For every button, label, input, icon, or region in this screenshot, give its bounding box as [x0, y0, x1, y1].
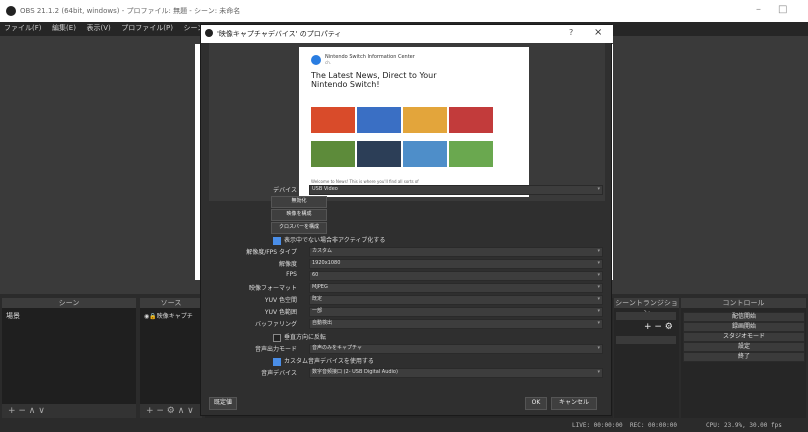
- flip-vertical-checkbox[interactable]: 垂直方向に反転: [273, 332, 326, 342]
- scenes-dock: シーン 場景 + − ∧ ∨: [2, 298, 136, 418]
- buffering-label: バッファリング: [254, 321, 297, 328]
- thumbnail-tile: [357, 107, 401, 133]
- menu-file[interactable]: ファイル(F): [0, 22, 46, 34]
- cpu-usage: CPU: 23.9%, 30.00 fps: [706, 422, 782, 429]
- audio-output-label: 音声出力モード: [254, 346, 297, 353]
- thumbnail-tile: [449, 107, 493, 133]
- live-timer: LIVE: 00:00:00: [572, 422, 623, 429]
- dialog-titlebar: '映像キャプチャデバイス' のプロパティ ? ×: [201, 25, 613, 43]
- transition-select[interactable]: [616, 312, 676, 320]
- buffering-select[interactable]: 自動検出 ▾: [309, 319, 603, 329]
- thumbnail-tile: [311, 107, 355, 133]
- configure-video-button[interactable]: 映像を構成: [271, 209, 327, 221]
- close-icon[interactable]: ×: [594, 27, 602, 38]
- channel-sub: ch.: [325, 60, 332, 65]
- welcome-text: Welcome to News! This is where you'll fi…: [311, 179, 419, 184]
- thumbnail-tile: [357, 141, 401, 167]
- checkbox-checked-icon: [273, 357, 281, 366]
- dialog-title: '映像キャプチャデバイス' のプロパティ: [217, 30, 342, 38]
- exit-button[interactable]: 終了: [683, 352, 805, 362]
- transition-duration[interactable]: [616, 336, 676, 344]
- video-format-label: 映像フォーマット: [248, 285, 297, 292]
- main-titlebar: OBS 21.1.2 (64bit, windows) - プロファイル: 無題…: [0, 0, 808, 22]
- transitions-dock: シーントランジション + − ⚙: [614, 298, 679, 418]
- thumbnail-tile: [403, 107, 447, 133]
- audio-device-label: 音声デバイス: [261, 370, 297, 377]
- start-recording-button[interactable]: 録画開始: [683, 322, 805, 332]
- thumbnail-tile: [311, 141, 355, 167]
- custom-audio-checkbox[interactable]: カスタム音声デバイスを使用する: [273, 356, 374, 366]
- yuv-space-select[interactable]: 既定 ▾: [309, 295, 603, 305]
- resolution-label: 解像度: [278, 261, 297, 268]
- status-bar: LIVE: 00:00:00 REC: 00:00:00 CPU: 23.9%,…: [0, 420, 808, 432]
- source-preview: Nintendo Switch Information Center ch. T…: [209, 43, 605, 201]
- start-streaming-button[interactable]: 配信開始: [683, 312, 805, 322]
- studio-mode-button[interactable]: スタジオモード: [683, 332, 805, 342]
- yuv-range-label: YUV 色範囲: [264, 309, 297, 316]
- scene-controls[interactable]: + − ∧ ∨: [2, 404, 136, 418]
- device-select[interactable]: USB Video ▾: [309, 185, 603, 195]
- transition-add-remove[interactable]: + − ⚙: [644, 322, 673, 332]
- defaults-button[interactable]: 既定値: [209, 397, 237, 410]
- menu-view[interactable]: 表示(V): [82, 22, 114, 34]
- audio-device-select[interactable]: 数字音频接口 (2- USB Digital Audio) ▾: [309, 368, 603, 378]
- scenes-title: シーン: [2, 298, 136, 308]
- menu-profile[interactable]: プロファイル(P): [117, 22, 177, 34]
- res-type-label: 解像度/FPS タイプ: [246, 249, 297, 256]
- captured-video-frame: Nintendo Switch Information Center ch. T…: [299, 47, 529, 197]
- properties-dialog: '映像キャプチャデバイス' のプロパティ ? × Nintendo Switch…: [200, 24, 613, 416]
- settings-button[interactable]: 設定: [683, 342, 805, 352]
- window-title: OBS 21.1.2 (64bit, windows) - プロファイル: 無題…: [20, 7, 241, 15]
- yuv-range-select[interactable]: 一部 ▾: [309, 307, 603, 317]
- obs-logo-icon: [205, 29, 213, 37]
- configure-crossbar-button[interactable]: クロスバーを構成: [271, 222, 327, 234]
- source-item[interactable]: ◉🔒映像キャプチ: [140, 308, 202, 323]
- checkbox-unchecked-icon: [273, 333, 281, 342]
- fps-label: FPS: [286, 271, 297, 278]
- thumbnail-tile: [403, 141, 447, 167]
- yuv-space-label: YUV 色空間: [264, 297, 297, 304]
- resolution-select[interactable]: 1920x1080 ▾: [309, 259, 603, 269]
- menu-edit[interactable]: 編集(E): [48, 22, 80, 34]
- source-controls[interactable]: + − ⚙ ∧ ∨: [140, 404, 202, 418]
- transitions-title: シーントランジション: [614, 298, 679, 317]
- checkbox-checked-icon: [273, 236, 281, 245]
- deactivate-when-hidden-checkbox[interactable]: 表示中でない場合非アクティブ化する: [273, 235, 385, 245]
- thumbnail-tile: [449, 141, 493, 167]
- maximize-icon[interactable]: □: [778, 4, 787, 15]
- audio-output-select[interactable]: 音声のみをキャプチャ ▾: [309, 344, 603, 354]
- fps-select[interactable]: 60 ▾: [309, 271, 603, 281]
- controls-title: コントロール: [681, 298, 806, 308]
- sources-title: ソース: [140, 298, 202, 308]
- scene-item[interactable]: 場景: [2, 308, 136, 324]
- video-headline: The Latest News, Direct to Your Nintendo…: [311, 71, 437, 89]
- rec-timer: REC: 00:00:00: [630, 422, 677, 429]
- res-type-select[interactable]: カスタム ▾: [309, 247, 603, 257]
- deactivate-button[interactable]: 無効化: [271, 196, 327, 208]
- sources-dock: ソース ◉🔒映像キャプチ + − ⚙ ∧ ∨: [140, 298, 202, 418]
- minimize-icon[interactable]: –: [756, 4, 761, 15]
- channel-name: Nintendo Switch Information Center: [325, 54, 415, 60]
- cancel-button[interactable]: キャンセル: [551, 397, 597, 410]
- channel-avatar-icon: [311, 55, 321, 65]
- video-format-select[interactable]: MJPEG ▾: [309, 283, 603, 293]
- ok-button[interactable]: OK: [525, 397, 547, 410]
- obs-logo-icon: [6, 6, 16, 16]
- device-label: デバイス: [273, 187, 297, 194]
- help-icon[interactable]: ?: [569, 28, 573, 37]
